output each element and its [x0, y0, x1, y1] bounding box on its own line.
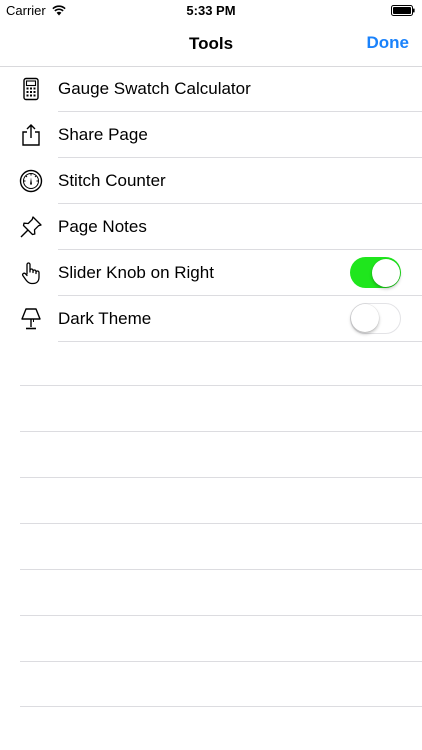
done-button[interactable]: Done [367, 33, 410, 53]
pushpin-icon [20, 216, 42, 238]
list-item-label: Stitch Counter [58, 171, 166, 190]
separator [20, 569, 422, 570]
separator [20, 615, 422, 616]
list-item-stitch-counter[interactable]: Stitch Counter [0, 158, 422, 204]
list-item-slider-knob-on-right: Slider Knob on Right [0, 250, 422, 296]
battery-icon [391, 5, 415, 16]
separator [20, 477, 422, 478]
separator [20, 385, 422, 386]
navigation-bar: Tools Done [0, 22, 422, 67]
list-item-label: Page Notes [58, 217, 147, 236]
hand-pointer-icon [22, 262, 40, 285]
list-item-gauge-swatch-calculator[interactable]: Gauge Swatch Calculator [0, 66, 422, 112]
slider-knob-on-right-toggle[interactable] [350, 257, 401, 288]
share-icon [22, 124, 40, 146]
list-item-label: Slider Knob on Right [58, 263, 214, 282]
status-time: 5:33 PM [186, 3, 236, 18]
separator [20, 431, 422, 432]
list-item-label: Gauge Swatch Calculator [58, 79, 251, 98]
list-item-label: Dark Theme [58, 309, 152, 328]
list-item-share-page[interactable]: Share Page [0, 112, 422, 158]
separator [20, 661, 422, 662]
lamp-icon [21, 308, 41, 330]
list-item-label: Share Page [58, 125, 148, 144]
dark-theme-toggle[interactable] [350, 303, 401, 334]
status-bar: Carrier 5:33 PM [0, 0, 422, 22]
calculator-icon [23, 77, 39, 101]
list-item-page-notes[interactable]: Page Notes [0, 204, 422, 250]
separator [20, 706, 422, 707]
tools-list: Gauge Swatch Calculator Share Page Stitc… [0, 66, 422, 342]
page-title: Tools [188, 34, 234, 53]
separator [20, 523, 422, 524]
counter-dial-icon [19, 169, 43, 193]
toggle-knob [372, 258, 400, 287]
list-item-dark-theme: Dark Theme [0, 296, 422, 342]
toggle-knob [351, 304, 379, 332]
